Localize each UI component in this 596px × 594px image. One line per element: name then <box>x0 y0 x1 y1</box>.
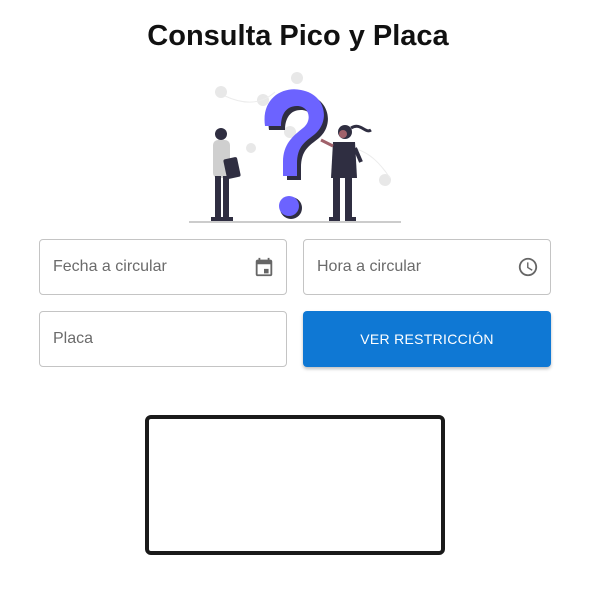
view-restriction-button[interactable]: VER RESTRICCIÓN <box>303 311 551 367</box>
question-mark-people-illustration <box>189 72 401 223</box>
date-input[interactable] <box>53 240 243 294</box>
page-title: Consulta Pico y Placa <box>147 20 449 52</box>
result-box <box>145 415 445 555</box>
date-field[interactable] <box>39 239 287 295</box>
clock-icon[interactable] <box>517 256 539 278</box>
plate-field[interactable] <box>39 311 287 367</box>
time-field[interactable] <box>303 239 551 295</box>
calendar-icon[interactable] <box>253 256 275 278</box>
plate-input[interactable] <box>53 312 243 366</box>
time-input[interactable] <box>317 240 507 294</box>
